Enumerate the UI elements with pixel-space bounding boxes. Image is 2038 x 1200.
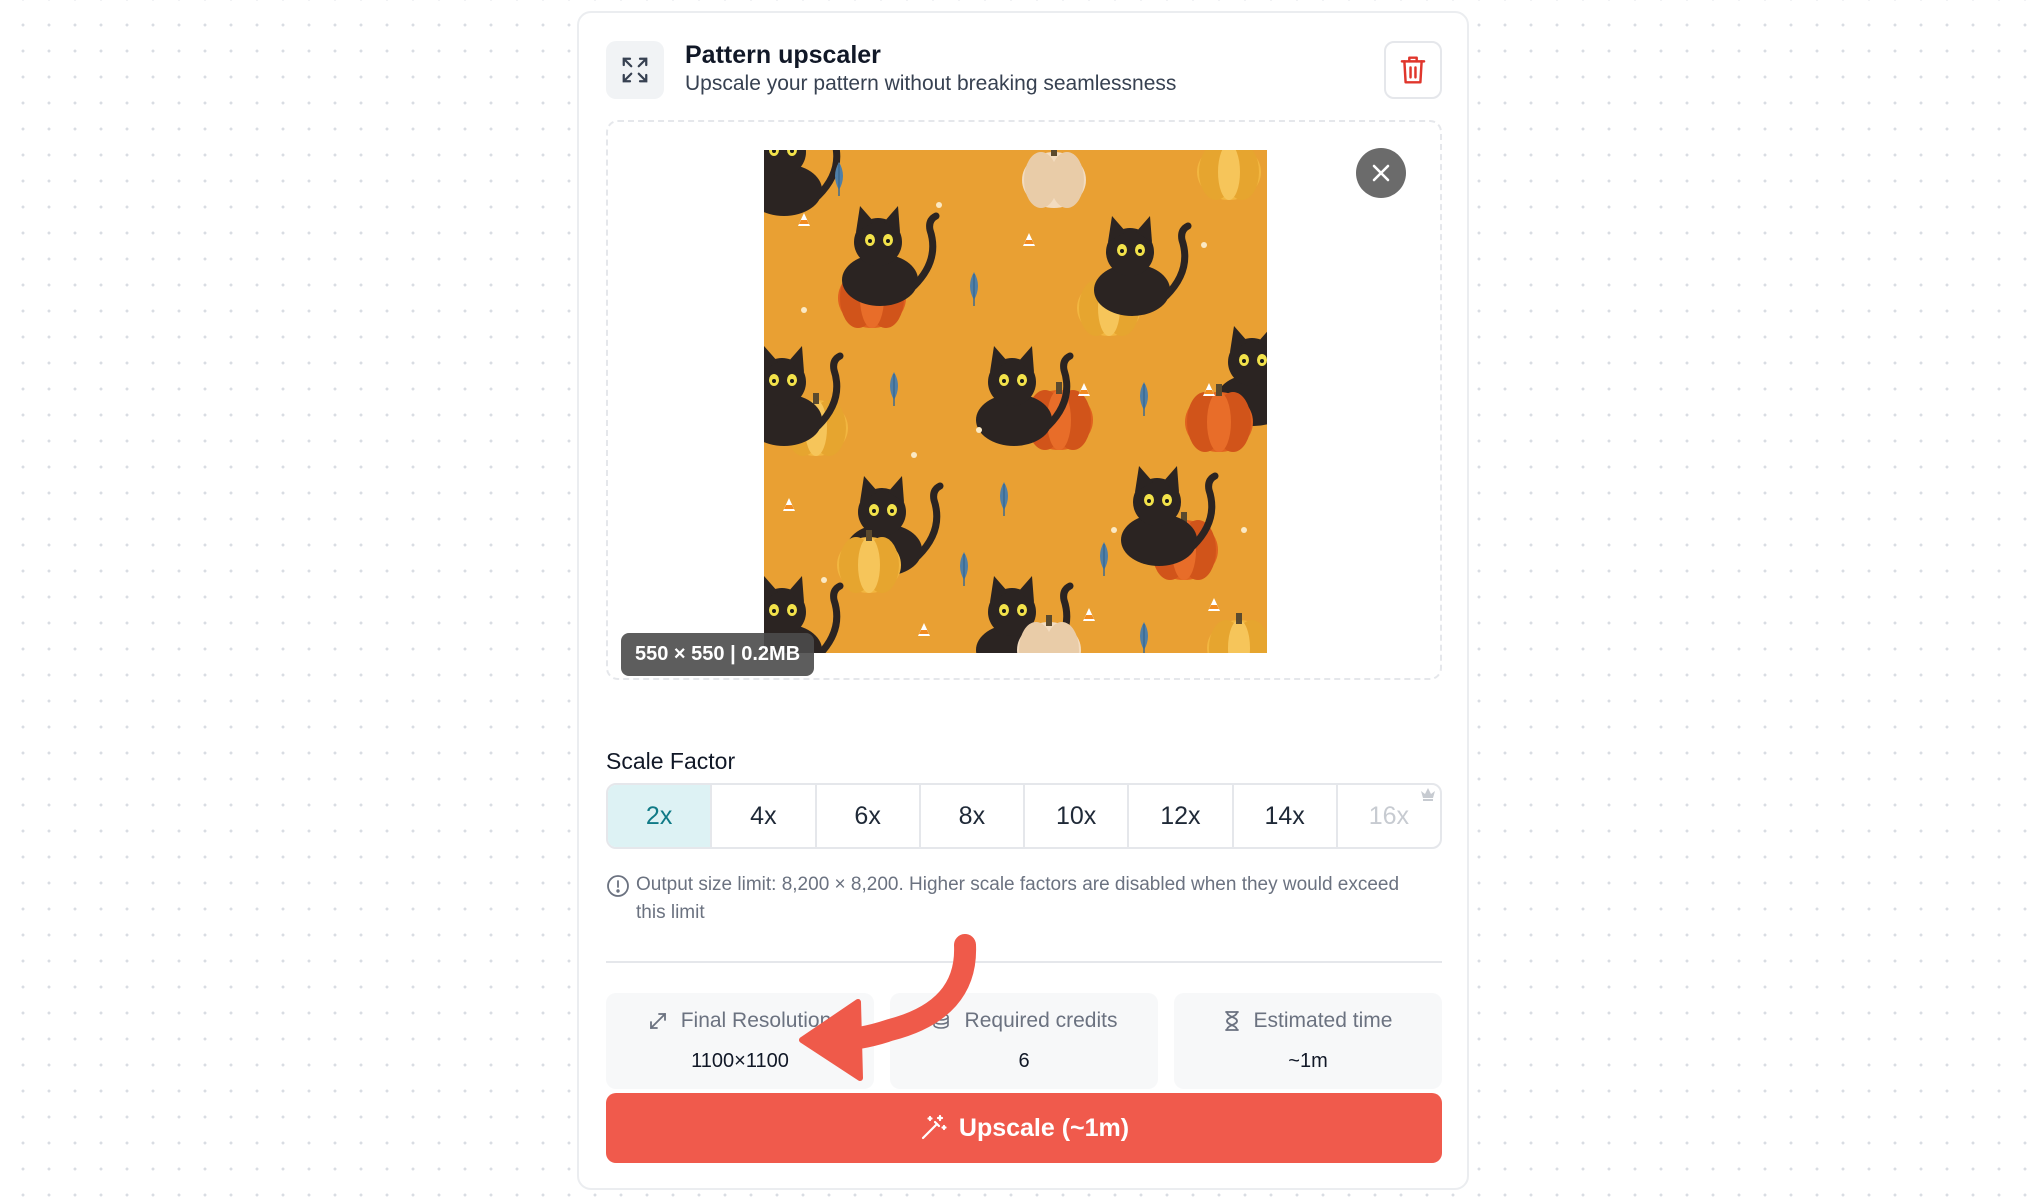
stat-estimated-time: Estimated time ~1m	[1174, 993, 1442, 1089]
scale-option-4x[interactable]: 4x	[712, 785, 817, 847]
scale-option-8x[interactable]: 8x	[921, 785, 1025, 847]
trash-icon	[1400, 56, 1426, 84]
upscale-button[interactable]: Upscale (~1m)	[606, 1093, 1442, 1163]
output-limit-note: Output size limit: 8,200 × 8,200. Higher…	[606, 871, 1442, 927]
scale-option-10x[interactable]: 10x	[1025, 785, 1130, 847]
coins-icon	[932, 1013, 949, 1029]
stat-required-credits: Required credits 6	[890, 993, 1158, 1089]
scale-option-14x[interactable]: 14x	[1234, 785, 1338, 847]
scale-factor-selector: 2x 4x 6x 8x 10x 12x 14x 16x	[606, 783, 1442, 849]
info-icon	[607, 875, 629, 897]
resize-icon	[649, 1013, 666, 1029]
output-limit-text: Output size limit: 8,200 × 8,200. Higher…	[636, 874, 1400, 923]
delete-button[interactable]	[1384, 41, 1442, 99]
upscaler-panel: Pattern upscaler Upscale your pattern wi…	[577, 11, 1469, 1190]
remove-image-button[interactable]	[1356, 148, 1406, 198]
stat-value: 6	[1018, 1050, 1030, 1072]
image-dropzone[interactable]: 550 × 550 | 0.2MB	[606, 120, 1442, 680]
stat-final-resolution: Final Resolution 1100×1100	[606, 993, 874, 1089]
scale-factor-label: Scale Factor	[606, 748, 736, 774]
scale-option-6x[interactable]: 6x	[817, 785, 921, 847]
scale-option-2x[interactable]: 2x	[608, 785, 713, 847]
magic-wand-icon	[921, 1114, 947, 1140]
expand-icon	[606, 41, 664, 99]
image-dimensions-badge: 550 × 550 | 0.2MB	[621, 633, 815, 676]
divider	[606, 961, 1442, 963]
close-icon	[1372, 164, 1390, 182]
page-subtitle: Upscale your pattern without breaking se…	[685, 72, 1177, 95]
upscale-button-label: Upscale (~1m)	[958, 1113, 1130, 1142]
stat-label: Estimated time	[1253, 1009, 1393, 1032]
hourglass-icon	[1224, 1011, 1239, 1031]
stat-value: 1100×1100	[691, 1050, 789, 1072]
scale-option-16x: 16x	[1338, 785, 1440, 847]
stat-value: ~1m	[1288, 1050, 1328, 1072]
pattern-preview-image	[764, 150, 1267, 653]
scale-option-12x[interactable]: 12x	[1129, 785, 1234, 847]
scale-option-16x-label: 16x	[1368, 801, 1410, 830]
crown-icon	[1421, 788, 1435, 801]
stat-label: Required credits	[964, 1009, 1118, 1032]
stat-label: Final Resolution	[680, 1009, 832, 1032]
page-title: Pattern upscaler	[685, 41, 881, 69]
